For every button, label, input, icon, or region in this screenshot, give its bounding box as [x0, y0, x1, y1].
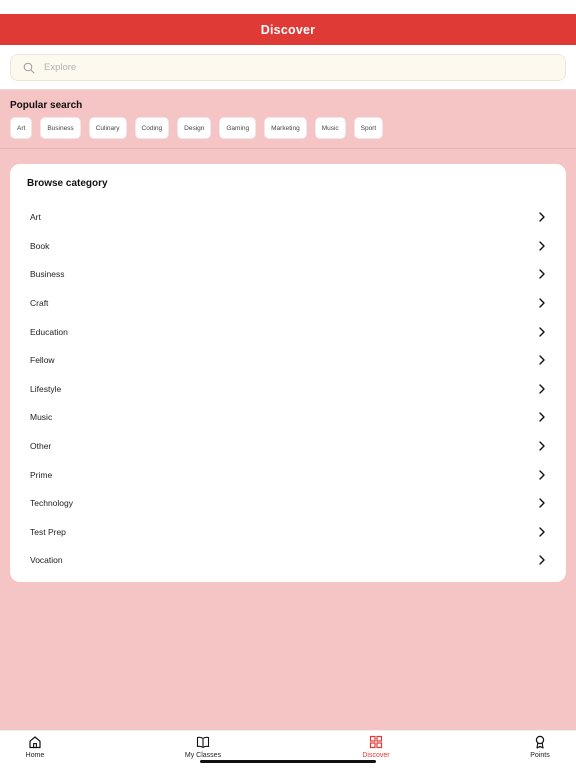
- chevron-right-icon: [538, 212, 546, 222]
- category-item-technology[interactable]: Technology: [27, 489, 549, 518]
- popular-chips: Art Business Culinary Coding Design Gami…: [10, 117, 566, 139]
- chevron-right-icon: [538, 298, 546, 308]
- search-box[interactable]: [10, 54, 566, 81]
- grid-icon: [369, 735, 383, 749]
- chip-gaming[interactable]: Gaming: [219, 117, 257, 139]
- category-label: Vocation: [30, 555, 63, 566]
- chip-sport[interactable]: Sport: [353, 117, 384, 139]
- status-bar: [0, 0, 576, 14]
- popular-search-section: Popular search Art Business Culinary Cod…: [0, 90, 576, 149]
- chevron-right-icon: [538, 469, 546, 480]
- search-icon: [23, 62, 35, 74]
- category-label: Craft: [30, 298, 49, 309]
- tab-label: Discover: [362, 752, 390, 759]
- category-item-prime[interactable]: Prime: [27, 460, 549, 489]
- category-label: Music: [30, 412, 53, 423]
- category-label: Fellow: [30, 355, 55, 366]
- category-item-other[interactable]: Other: [27, 432, 549, 461]
- chevron-right-icon: [538, 241, 546, 251]
- category-label: Prime: [30, 469, 53, 480]
- chip-art[interactable]: Art: [10, 117, 33, 139]
- category-label: Technology: [30, 498, 74, 509]
- browse-category-card: Browse category Art Book Business Craft …: [10, 164, 566, 582]
- tab-home[interactable]: Home: [5, 735, 65, 759]
- category-item-fellow[interactable]: Fellow: [27, 346, 549, 375]
- home-icon: [28, 735, 42, 749]
- header-bar: Discover: [0, 14, 576, 45]
- tab-label: My Classes: [184, 752, 222, 759]
- tab-label: Points: [530, 752, 550, 759]
- category-item-test-prep[interactable]: Test Prep: [27, 518, 549, 547]
- category-label: Art: [30, 212, 41, 223]
- chevron-right-icon: [538, 326, 546, 337]
- category-label: Education: [30, 326, 68, 337]
- search-input[interactable]: [44, 62, 444, 73]
- chevron-right-icon: [538, 384, 546, 394]
- page-title: Discover: [260, 22, 316, 37]
- chevron-right-icon: [538, 555, 546, 566]
- category-item-craft[interactable]: Craft: [27, 289, 549, 318]
- category-item-education[interactable]: Education: [27, 317, 549, 346]
- category-item-business[interactable]: Business: [27, 260, 549, 289]
- category-item-lifestyle[interactable]: Lifestyle: [27, 375, 549, 404]
- tab-label: Home: [25, 752, 45, 759]
- category-item-music[interactable]: Music: [27, 403, 549, 432]
- chevron-right-icon: [538, 441, 546, 451]
- category-item-book[interactable]: Book: [27, 232, 549, 261]
- tab-points[interactable]: Points: [510, 735, 570, 759]
- home-indicator: [200, 760, 376, 763]
- tab-my-classes[interactable]: My Classes: [173, 735, 233, 759]
- chevron-right-icon: [538, 498, 546, 508]
- chip-business[interactable]: Business: [40, 117, 81, 139]
- book-icon: [196, 735, 210, 749]
- category-item-vocation[interactable]: Vocation: [27, 546, 549, 575]
- browse-category-title: Browse category: [27, 178, 108, 189]
- category-label: Lifestyle: [30, 383, 62, 394]
- chip-design[interactable]: Design: [177, 117, 212, 139]
- category-label: Other: [30, 441, 52, 452]
- chevron-right-icon: [538, 527, 546, 537]
- category-label: Book: [30, 240, 50, 251]
- award-icon: [533, 735, 547, 749]
- chip-culinary[interactable]: Culinary: [88, 117, 127, 139]
- popular-search-title: Popular search: [10, 100, 83, 111]
- category-item-art[interactable]: Art: [27, 203, 549, 232]
- chevron-right-icon: [538, 412, 546, 423]
- chevron-right-icon: [538, 355, 546, 365]
- chip-music[interactable]: Music: [314, 117, 346, 139]
- chip-coding[interactable]: Coding: [134, 117, 170, 139]
- category-label: Business: [30, 269, 65, 280]
- tab-discover[interactable]: Discover: [346, 735, 406, 759]
- chevron-right-icon: [538, 269, 546, 280]
- category-label: Test Prep: [30, 526, 66, 537]
- chip-marketing[interactable]: Marketing: [264, 117, 307, 139]
- search-area: [0, 45, 576, 90]
